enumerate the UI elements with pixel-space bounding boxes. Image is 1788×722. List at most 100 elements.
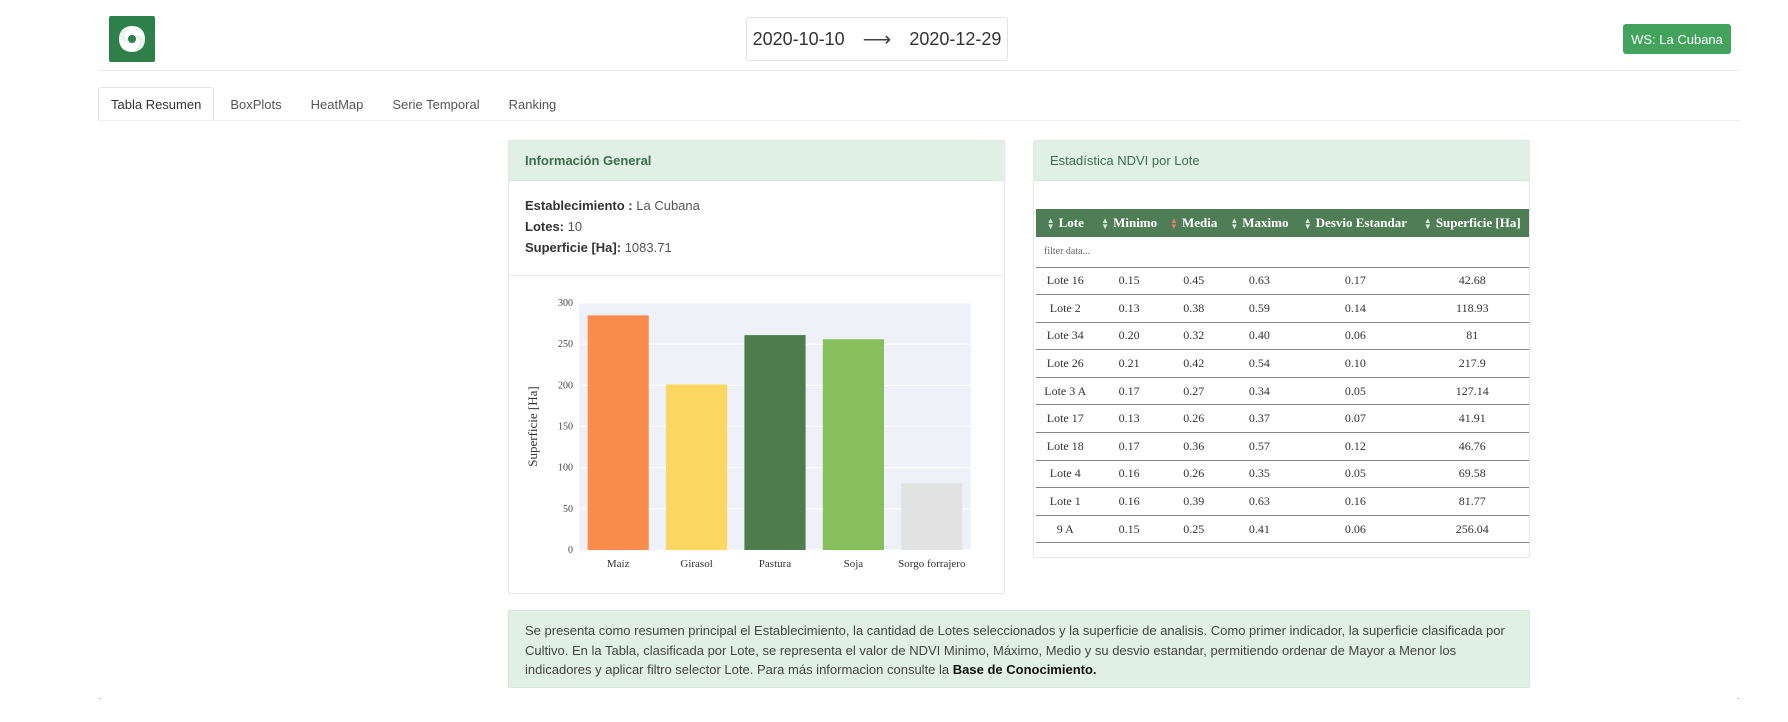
table-row[interactable]: Lote 4 0.16 0.26 0.35 0.05 69.58 [1036, 460, 1529, 489]
table-cell: 0.63 [1223, 267, 1296, 296]
tab-boxplots[interactable]: BoxPlots [217, 87, 294, 121]
tabs-divider [98, 120, 1740, 121]
column-header[interactable]: ▲ ▼ Desvio Estandar [1295, 209, 1416, 237]
table-cell: 0.42 [1163, 349, 1224, 378]
table-cell: 217.9 [1415, 349, 1529, 378]
superficie-bar-chart: 0 50 100 150 200 250 300 Maíz Girasol Pastura Soja… [525, 298, 971, 570]
column-header[interactable]: ▲ ▼ Maximo [1223, 209, 1296, 237]
sort-icon[interactable]: ▲ ▼ [1101, 217, 1109, 231]
table-cell: 118.93 [1415, 294, 1529, 323]
table-row[interactable]: Lote 1 0.16 0.39 0.63 0.16 81.77 [1036, 487, 1529, 516]
tab-serie-temporal[interactable]: Serie Temporal [379, 87, 492, 121]
column-header[interactable]: ▲ ▼ Lote [1036, 209, 1095, 237]
bar [901, 483, 963, 550]
column-header-label: Superficie [Ha] [1435, 215, 1521, 230]
table-cell: 0.13 [1094, 294, 1164, 323]
y-axis-title: Superficie [Ha] [525, 386, 540, 467]
superficie-label: Superficie [Ha]: [525, 240, 622, 255]
establecimiento-row: Establecimiento : La Cubana [525, 195, 988, 216]
y-tick-label: 100 [558, 463, 573, 474]
info-divider [509, 275, 1004, 276]
column-header[interactable]: ▲ ▼ Minimo [1094, 209, 1164, 237]
table-cell: 0.14 [1295, 294, 1416, 323]
table-cell: 0.26 [1163, 404, 1224, 434]
table-row[interactable]: Lote 2 0.13 0.38 0.59 0.14 118.93 [1036, 294, 1529, 323]
x-tick-label: Soja [844, 558, 864, 570]
table-row[interactable]: 9 A 0.15 0.25 0.41 0.06 256.04 [1036, 515, 1529, 544]
table-cell: 69.58 [1415, 460, 1529, 489]
table-cell: 0.16 [1094, 460, 1164, 489]
table-cell: 0.15 [1094, 515, 1164, 544]
table-cell: 0.35 [1223, 460, 1296, 489]
info-body: Establecimiento : La Cubana Lotes: 10 Su… [509, 181, 1004, 272]
workspace-button[interactable]: WS: La Cubana [1623, 24, 1731, 54]
table-row[interactable]: Lote 34 0.20 0.32 0.40 0.06 81 [1036, 322, 1529, 351]
table-cell: 0.38 [1163, 294, 1224, 323]
y-tick-label: 0 [568, 545, 573, 556]
table-cell: Lote 16 [1036, 267, 1095, 296]
table-cell: Lote 1 [1036, 487, 1095, 516]
info-panel: Información General Establecimiento : La… [508, 140, 1005, 594]
sort-icon[interactable]: ▲ ▼ [1304, 217, 1312, 231]
column-header-label: Lote [1058, 215, 1084, 230]
filter-input[interactable]: filter data... [1036, 237, 1095, 268]
info-panel-title: Información General [509, 141, 1004, 181]
sort-icon[interactable]: ▲ ▼ [1047, 217, 1055, 231]
table-row[interactable]: Lote 3 A 0.17 0.27 0.34 0.05 127.14 [1036, 377, 1529, 406]
table-header-row: ▲ ▼ Lote ▲ ▼ Minimo ▲ ▼ Media ▲ ▼ Maximo ▲ ▼ Desvio Es… [1036, 209, 1529, 237]
table-cell: 0.17 [1094, 377, 1164, 406]
sort-icon[interactable]: ▲ ▼ [1170, 217, 1178, 231]
table-cell: 0.10 [1295, 349, 1416, 378]
date-to: 2020-12-29 [909, 28, 1002, 49]
table-cell: 0.21 [1094, 349, 1164, 378]
table-cell: 0.17 [1295, 267, 1416, 296]
sort-icon[interactable]: ▲ ▼ [1230, 217, 1238, 231]
table-cell: 0.12 [1295, 432, 1416, 461]
table-cell: Lote 18 [1036, 432, 1095, 461]
table-cell: 0.16 [1295, 487, 1416, 516]
table-cell: 42.68 [1415, 267, 1529, 296]
table-cell: 81 [1415, 322, 1529, 351]
column-header-label: Maximo [1242, 215, 1289, 230]
table-row[interactable]: Lote 18 0.17 0.36 0.57 0.12 46.76 [1036, 432, 1529, 461]
table-cell: Lote 34 [1036, 322, 1095, 351]
y-tick-label: 250 [558, 339, 573, 350]
table-cell: 0.32 [1163, 322, 1224, 351]
table-cell: 0.25 [1163, 515, 1224, 544]
table-cell: 127.14 [1415, 377, 1529, 406]
filter-row: filter data... [1036, 237, 1529, 268]
header-divider [98, 70, 1740, 71]
x-tick-label: Sorgo forrajero [898, 558, 966, 570]
table-row[interactable]: Lote 16 0.15 0.45 0.63 0.17 42.68 [1036, 267, 1529, 296]
summary-note: Se presenta como resumen principal el Es… [508, 610, 1530, 688]
knowledge-base-link[interactable]: Base de Conocimiento. [953, 662, 1097, 677]
tab-tabla-resumen[interactable]: Tabla Resumen [98, 87, 215, 121]
table-cell: 9 A [1036, 515, 1095, 544]
table-cell: 0.06 [1295, 515, 1416, 544]
bar [822, 339, 884, 550]
swirl-logo-icon[interactable] [109, 16, 155, 62]
table-row[interactable]: Lote 26 0.21 0.42 0.54 0.10 217.9 [1036, 349, 1529, 378]
date-from: 2020-10-10 [752, 28, 845, 49]
table-cell: 0.20 [1094, 322, 1164, 351]
sort-icon[interactable]: ▲ ▼ [1424, 217, 1432, 231]
establecimiento-value: La Cubana [636, 198, 700, 213]
column-header[interactable]: ▲ ▼ Media [1163, 209, 1224, 237]
tab-heatmap[interactable]: HeatMap [298, 87, 377, 121]
frame-corner [1737, 698, 1740, 699]
table-cell: Lote 26 [1036, 349, 1095, 378]
lotes-row: Lotes: 10 [525, 216, 988, 237]
table-row[interactable]: Lote 17 0.13 0.26 0.37 0.07 41.91 [1036, 404, 1529, 434]
table-cell: 0.57 [1223, 432, 1296, 461]
tab-ranking[interactable]: Ranking [496, 87, 570, 121]
table-cell: Lote 3 A [1036, 377, 1095, 406]
table-cell: 46.76 [1415, 432, 1529, 461]
x-tick-label: Pastura [759, 558, 792, 570]
table-cell: 0.45 [1163, 267, 1224, 296]
table-cell: 0.26 [1163, 460, 1224, 489]
x-tick-label: Maíz [607, 558, 630, 570]
column-header[interactable]: ▲ ▼ Superficie [Ha] [1415, 209, 1529, 237]
table-cell: 0.36 [1163, 432, 1224, 461]
bar [666, 384, 728, 550]
date-range[interactable]: 2020-10-10 ⟶ 2020-12-29 [746, 17, 1008, 61]
